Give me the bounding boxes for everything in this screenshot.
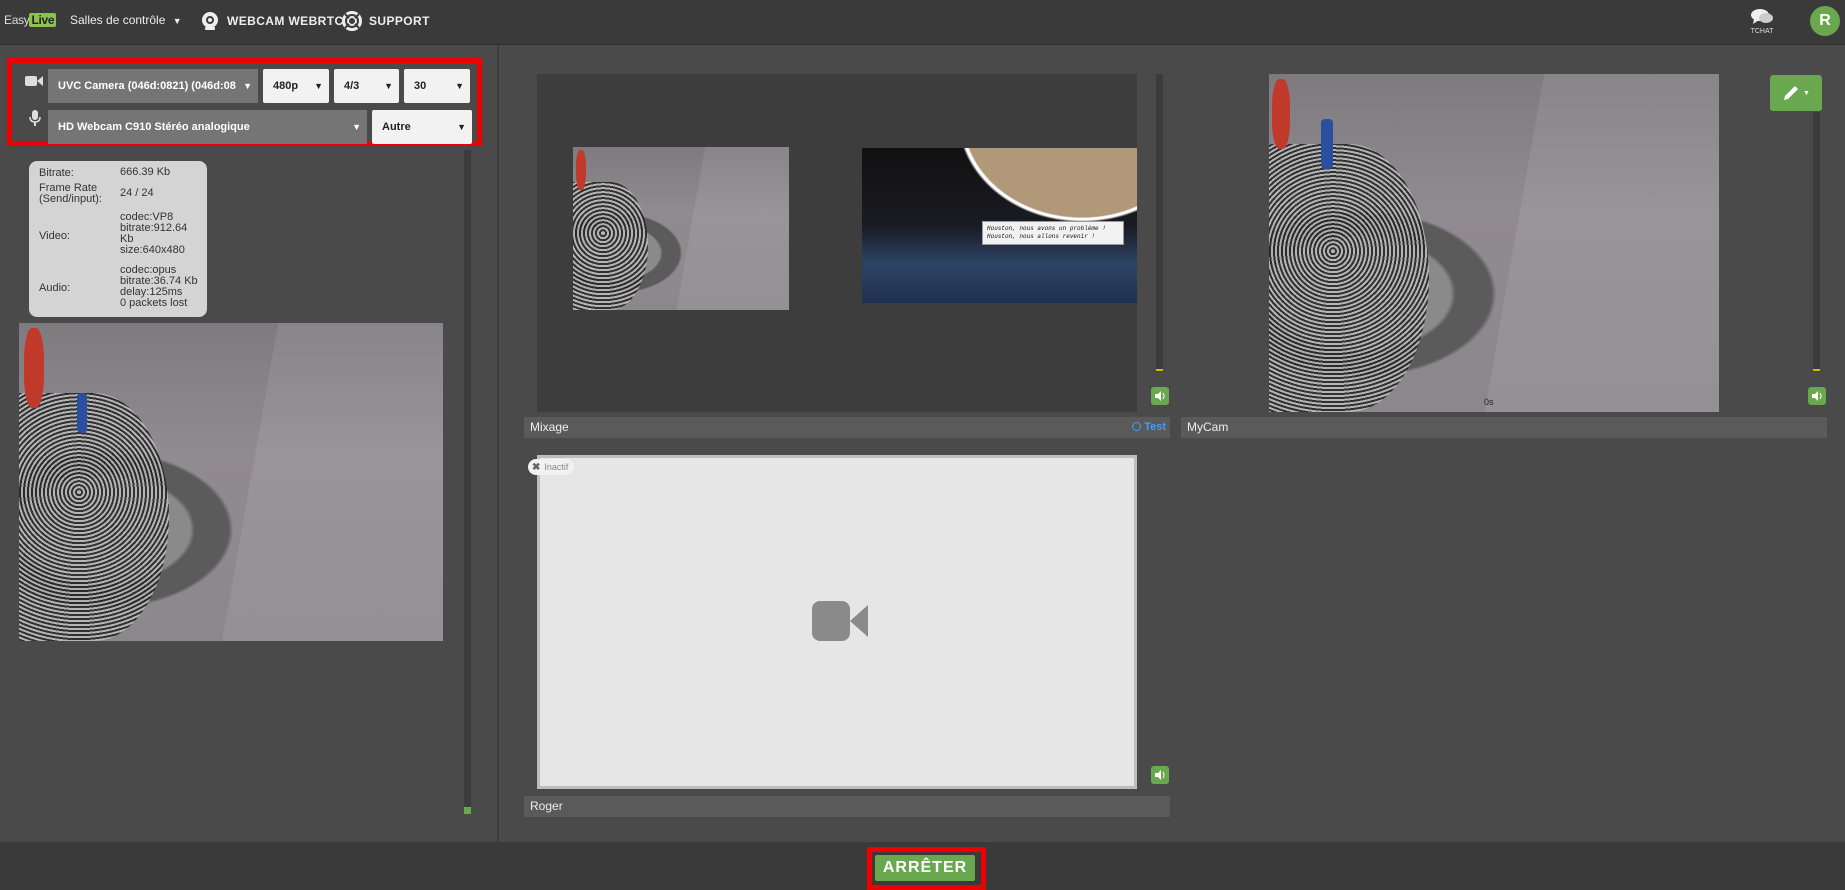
stats-panel: Bitrate: 666.39 Kb Frame Rate (Send/inpu… [29, 161, 207, 317]
speech-bubble: Houston, nous avons un problème ! Housto… [982, 221, 1124, 245]
chat-bubbles-icon [1751, 9, 1773, 24]
local-audio-meter [464, 150, 471, 814]
rooms-dropdown-label: Salles de contrôle [70, 13, 166, 27]
caret-down-icon: ▼ [455, 81, 464, 91]
stat-bitrate-value: 666.39 Kb [120, 166, 171, 178]
resolution-select[interactable]: 480p ▼ [263, 69, 329, 103]
stop-button[interactable]: ARRÊTER [875, 855, 975, 881]
test-label: Test [1144, 421, 1166, 433]
speaker-icon [1154, 770, 1164, 780]
roger-video-placeholder [537, 455, 1137, 789]
caret-down-icon: ▼ [172, 16, 182, 26]
camera-select-value: UVC Camera (046d:0821) (046d:08 [58, 80, 236, 92]
video-camera-icon [25, 76, 43, 86]
fps-select[interactable]: 30 ▼ [404, 69, 470, 103]
nav-support[interactable]: SUPPORT [342, 11, 430, 31]
lifebuoy-icon [342, 11, 362, 31]
caret-down-icon: ▼ [1803, 89, 1810, 97]
stat-audio-lost: 0 packets lost [120, 297, 188, 309]
caret-down-icon: ▼ [457, 122, 466, 132]
microphone-select[interactable]: HD Webcam C910 Stéréo analogique ▼ [48, 110, 367, 144]
microphone-select-value: HD Webcam C910 Stéréo analogique [58, 121, 250, 133]
mixage-cam-layer [573, 147, 789, 310]
user-avatar[interactable]: R [1810, 6, 1840, 36]
pencil-icon [1784, 86, 1799, 100]
mixage-label: Mixage [530, 420, 569, 434]
bubble-line-2: Houston, nous allons revenir ! [987, 233, 1096, 240]
mixage-preview: Houston, nous avons un problème ! Housto… [537, 74, 1137, 412]
stat-audio-label: Audio: [39, 282, 71, 294]
ratio-select[interactable]: 4/3 ▼ [334, 69, 399, 103]
roger-label-bar: Roger [524, 796, 1170, 817]
local-audio-meter-level [464, 807, 471, 814]
stat-video-size: size:640x480 [120, 244, 185, 256]
mycam-label: MyCam [1187, 420, 1229, 434]
app-logo[interactable]: Easy Live [4, 13, 57, 27]
speaker-icon [1154, 391, 1164, 401]
caret-down-icon: ▼ [243, 81, 252, 91]
radio-circle-icon [1132, 422, 1142, 431]
bubble-line-1: Houston, nous avons un problème ! [987, 225, 1106, 232]
roger-label: Roger [530, 799, 563, 813]
logo-live-badge: Live [29, 13, 57, 27]
audio-type-select-value: Autre [382, 121, 411, 133]
speaker-icon [1811, 391, 1821, 401]
device-controls: UVC Camera (046d:0821) (046d:08 ▼ 480p ▼ 4… [7, 58, 482, 146]
stat-framerate-label: Frame Rate (Send/input): [39, 182, 102, 205]
mixage-audio-meter-level [1156, 369, 1163, 371]
mycam-label-bar: MyCam [1181, 417, 1827, 438]
stat-audio-values: codec:opus bitrate:36.74 Kb delay:125ms … [120, 265, 198, 309]
webcam-icon [202, 12, 218, 30]
stat-framerate-value: 24 / 24 [120, 187, 154, 199]
chat-button[interactable]: TCHAT [1748, 8, 1776, 35]
video-camera-icon [812, 601, 868, 641]
close-icon: ✖ [532, 461, 541, 473]
roger-sound-button[interactable] [1151, 766, 1169, 784]
ratio-select-value: 4/3 [344, 80, 360, 92]
rooms-dropdown[interactable]: Salles de contrôle ▼ [70, 13, 182, 27]
camera-select[interactable]: UVC Camera (046d:0821) (046d:08 ▼ [48, 69, 258, 103]
mycam-audio-meter-level [1813, 369, 1820, 371]
stat-video-values: codec:VP8 bitrate:912.64 Kb size:640x480 [120, 212, 187, 256]
caret-down-icon: ▼ [314, 81, 323, 91]
local-video-preview [19, 323, 443, 641]
caret-down-icon: ▼ [352, 122, 361, 132]
inactive-badge[interactable]: ✖ Inactif [528, 459, 575, 475]
test-toggle[interactable]: Test [1132, 417, 1166, 438]
edit-dropdown-button[interactable]: ▼ [1770, 75, 1822, 111]
audio-type-select[interactable]: Autre ▼ [372, 110, 472, 144]
chat-label: TCHAT [1750, 28, 1774, 35]
mycam-video: 0s [1269, 74, 1719, 412]
caret-down-icon: ▼ [384, 81, 393, 91]
mixage-audio-meter [1156, 74, 1163, 372]
nav-webcam-label: WEBCAM WEBRTC [227, 14, 344, 28]
microphone-icon [29, 110, 41, 126]
nav-webcam-webrtc[interactable]: WEBCAM WEBRTC [200, 11, 344, 31]
stat-bitrate-label: Bitrate: [39, 167, 74, 179]
mycam-timer: 0s [1484, 397, 1494, 407]
logo-text: Easy [4, 13, 30, 27]
stat-video-label: Video: [39, 230, 70, 242]
mycam-sound-button[interactable] [1808, 387, 1826, 405]
top-bar: Easy Live Salles de contrôle ▼ WEBCAM WEB… [0, 0, 1845, 45]
mixage-sound-button[interactable] [1151, 387, 1169, 405]
resolution-select-value: 480p [273, 80, 299, 92]
mixage-label-bar: Mixage Test [524, 417, 1170, 438]
mycam-audio-meter [1813, 112, 1820, 372]
mixage-overlay-image: Houston, nous avons un problème ! Housto… [862, 148, 1137, 303]
inactive-status-label: Inactif [544, 462, 569, 472]
nav-support-label: SUPPORT [369, 14, 430, 28]
fps-select-value: 30 [414, 80, 427, 92]
